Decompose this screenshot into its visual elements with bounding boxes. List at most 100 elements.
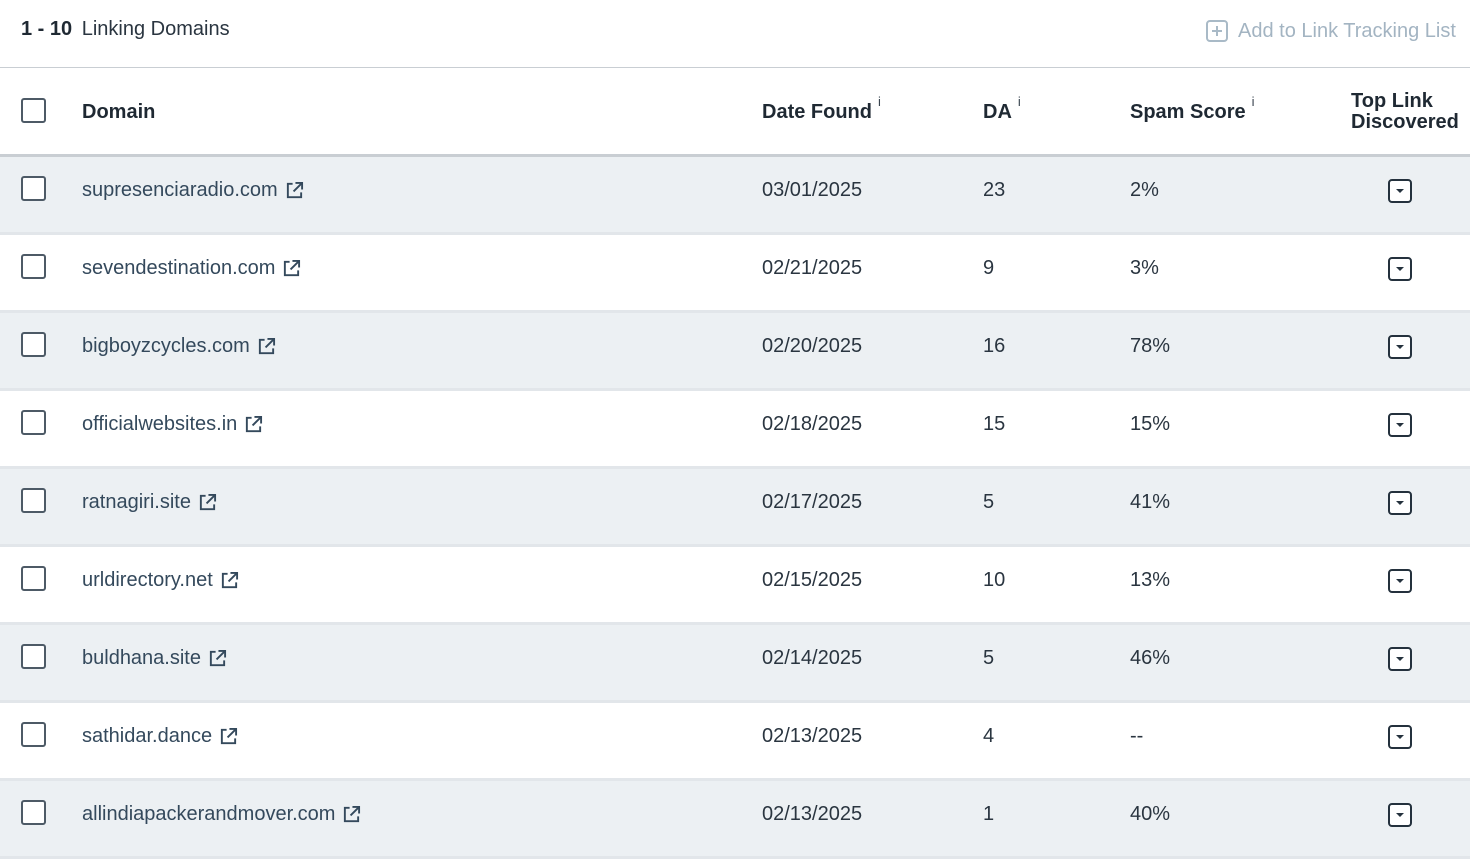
table-row: supresenciaradio.com 03/01/2025 23 2% xyxy=(0,157,1470,235)
results-count: 1 - 10 xyxy=(21,18,73,40)
spam-score-value: 15% xyxy=(1130,413,1171,435)
expand-top-link-button[interactable] xyxy=(1388,257,1412,281)
domain-text: buldhana.site xyxy=(82,647,201,669)
external-link-icon[interactable] xyxy=(285,181,304,200)
table-row: buldhana.site 02/14/2025 5 46% xyxy=(0,625,1470,703)
external-link-icon[interactable] xyxy=(219,727,238,746)
external-link-icon[interactable] xyxy=(198,493,217,512)
domain-text: supresenciaradio.com xyxy=(82,179,278,201)
domain-link[interactable]: ratnagiri.site xyxy=(82,491,217,514)
row-checkbox[interactable] xyxy=(21,800,46,825)
external-link-icon[interactable] xyxy=(244,415,263,434)
plus-square-icon xyxy=(1206,20,1228,42)
chevron-down-icon xyxy=(1396,423,1404,427)
domain-text: allindiapackerandmover.com xyxy=(82,803,336,825)
da-value: 15 xyxy=(983,413,1006,435)
results-toolbar: 1 - 10 Linking Domains Add to Link Track… xyxy=(0,0,1470,68)
row-checkbox[interactable] xyxy=(21,722,46,747)
domain-text: ratnagiri.site xyxy=(82,491,191,513)
expand-top-link-button[interactable] xyxy=(1388,413,1412,437)
spam-score-value: 3% xyxy=(1130,257,1159,279)
external-link-icon[interactable] xyxy=(220,571,239,590)
info-icon[interactable]: i xyxy=(1252,94,1255,109)
domain-link[interactable]: bigboyzcycles.com xyxy=(82,335,276,358)
column-header-spam-score[interactable]: Spam Score i xyxy=(1130,94,1255,124)
expand-top-link-button[interactable] xyxy=(1388,725,1412,749)
da-value: 9 xyxy=(983,257,995,279)
domain-link[interactable]: supresenciaradio.com xyxy=(82,179,304,202)
row-checkbox[interactable] xyxy=(21,644,46,669)
column-header-spam-score-label: Spam Score xyxy=(1130,101,1246,123)
row-checkbox[interactable] xyxy=(21,410,46,435)
spam-score-value: 46% xyxy=(1130,647,1171,669)
column-header-date-found-label: Date Found xyxy=(762,101,872,123)
date-found-value: 02/14/2025 xyxy=(762,647,863,669)
chevron-down-icon xyxy=(1396,189,1404,193)
date-found-value: 02/20/2025 xyxy=(762,335,863,357)
da-value: 16 xyxy=(983,335,1006,357)
domain-link[interactable]: sathidar.dance xyxy=(82,725,238,748)
chevron-down-icon xyxy=(1396,657,1404,661)
external-link-icon[interactable] xyxy=(282,259,301,278)
column-header-da-label: DA xyxy=(983,101,1012,123)
expand-top-link-button[interactable] xyxy=(1388,803,1412,827)
row-checkbox[interactable] xyxy=(21,176,46,201)
table-row: urldirectory.net 02/15/2025 10 13% xyxy=(0,547,1470,625)
column-header-date-found[interactable]: Date Found i xyxy=(762,94,881,124)
chevron-down-icon xyxy=(1396,501,1404,505)
row-checkbox[interactable] xyxy=(21,488,46,513)
domain-text: sevendestination.com xyxy=(82,257,276,279)
date-found-value: 02/13/2025 xyxy=(762,725,863,747)
table-row: sevendestination.com 02/21/2025 9 3% xyxy=(0,235,1470,313)
da-value: 10 xyxy=(983,569,1006,591)
expand-top-link-button[interactable] xyxy=(1388,491,1412,515)
domain-link[interactable]: officialwebsites.in xyxy=(82,413,263,436)
table-body: supresenciaradio.com 03/01/2025 23 2% se… xyxy=(0,157,1470,859)
domain-text: urldirectory.net xyxy=(82,569,213,591)
row-checkbox[interactable] xyxy=(21,566,46,591)
external-link-icon[interactable] xyxy=(208,649,227,668)
external-link-icon[interactable] xyxy=(257,337,276,356)
domain-text: officialwebsites.in xyxy=(82,413,238,435)
domain-link[interactable]: sevendestination.com xyxy=(82,257,301,280)
column-header-top-link-discovered[interactable]: Top Link Discovered xyxy=(1351,91,1459,133)
expand-top-link-button[interactable] xyxy=(1388,179,1412,203)
expand-top-link-button[interactable] xyxy=(1388,335,1412,359)
spam-score-value: 13% xyxy=(1130,569,1171,591)
spam-score-value: 78% xyxy=(1130,335,1171,357)
domain-link[interactable]: buldhana.site xyxy=(82,647,227,670)
column-header-top-link-line2: Discovered xyxy=(1351,111,1459,133)
table-row: allindiapackerandmover.com 02/13/2025 1 … xyxy=(0,781,1470,859)
add-to-link-tracking-button[interactable]: Add to Link Tracking List xyxy=(1206,18,1456,44)
table-row: officialwebsites.in 02/18/2025 15 15% xyxy=(0,391,1470,469)
table-row: sathidar.dance 02/13/2025 4 -- xyxy=(0,703,1470,781)
table-row: bigboyzcycles.com 02/20/2025 16 78% xyxy=(0,313,1470,391)
da-value: 23 xyxy=(983,179,1006,201)
row-checkbox[interactable] xyxy=(21,332,46,357)
domain-link[interactable]: allindiapackerandmover.com xyxy=(82,803,361,826)
chevron-down-icon xyxy=(1396,345,1404,349)
chevron-down-icon xyxy=(1396,579,1404,583)
chevron-down-icon xyxy=(1396,267,1404,271)
date-found-value: 02/18/2025 xyxy=(762,413,863,435)
spam-score-value: 2% xyxy=(1130,179,1159,201)
info-icon[interactable]: i xyxy=(1018,94,1021,109)
domain-text: sathidar.dance xyxy=(82,725,213,747)
expand-top-link-button[interactable] xyxy=(1388,569,1412,593)
column-header-domain[interactable]: Domain xyxy=(82,101,155,124)
chevron-down-icon xyxy=(1396,735,1404,739)
domain-link[interactable]: urldirectory.net xyxy=(82,569,239,592)
table-row: ratnagiri.site 02/17/2025 5 41% xyxy=(0,469,1470,547)
info-icon[interactable]: i xyxy=(878,94,881,109)
spam-score-value: 40% xyxy=(1130,803,1171,825)
date-found-value: 03/01/2025 xyxy=(762,179,863,201)
row-checkbox[interactable] xyxy=(21,254,46,279)
spam-score-value: -- xyxy=(1130,725,1144,747)
add-to-link-tracking-label: Add to Link Tracking List xyxy=(1238,19,1456,42)
external-link-icon[interactable] xyxy=(342,805,361,824)
da-value: 5 xyxy=(983,647,995,669)
column-header-da[interactable]: DA i xyxy=(983,94,1021,124)
results-title: Linking Domains xyxy=(81,18,230,40)
expand-top-link-button[interactable] xyxy=(1388,647,1412,671)
select-all-checkbox[interactable] xyxy=(21,98,46,123)
